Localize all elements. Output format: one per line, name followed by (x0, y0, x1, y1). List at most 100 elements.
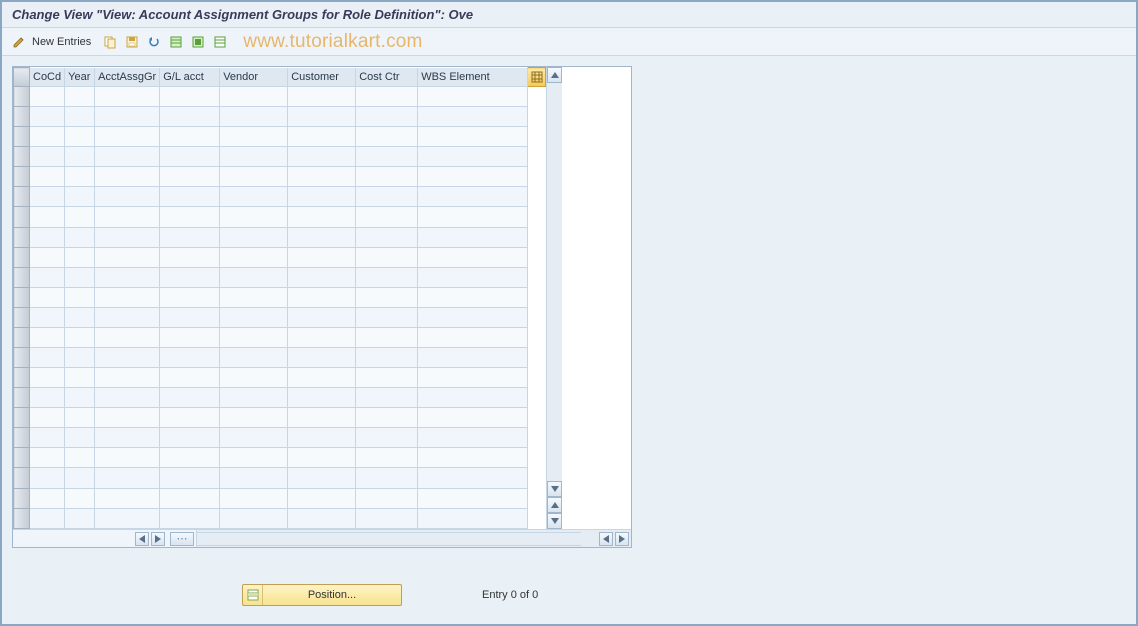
cell-customer[interactable] (288, 348, 356, 368)
cell-glacct[interactable] (160, 448, 220, 468)
cell-year[interactable] (65, 127, 95, 147)
row-selector[interactable] (14, 287, 30, 307)
cell-glacct[interactable] (160, 187, 220, 207)
col-header-vendor[interactable]: Vendor (220, 68, 288, 87)
cell-year[interactable] (65, 468, 95, 488)
cell-year[interactable] (65, 428, 95, 448)
cell-vendor[interactable] (220, 388, 288, 408)
cell-vendor[interactable] (220, 348, 288, 368)
cell-acctassggr[interactable] (95, 127, 160, 147)
cell-customer[interactable] (288, 127, 356, 147)
col-header-glacct[interactable]: G/L acct (160, 68, 220, 87)
cell-customer[interactable] (288, 408, 356, 428)
cell-vendor[interactable] (220, 488, 288, 508)
cell-cocd[interactable] (30, 388, 65, 408)
cell-wbs[interactable] (418, 468, 528, 488)
table-config-button[interactable] (528, 68, 546, 87)
cell-customer[interactable] (288, 448, 356, 468)
hscroll-right2-button[interactable] (615, 532, 629, 546)
cell-glacct[interactable] (160, 508, 220, 528)
cell-vendor[interactable] (220, 307, 288, 327)
row-selector[interactable] (14, 488, 30, 508)
cell-vendor[interactable] (220, 207, 288, 227)
undo-icon[interactable] (145, 33, 163, 51)
cell-acctassggr[interactable] (95, 488, 160, 508)
cell-vendor[interactable] (220, 247, 288, 267)
cell-wbs[interactable] (418, 107, 528, 127)
cell-costctr[interactable] (356, 488, 418, 508)
copy-icon[interactable] (101, 33, 119, 51)
cell-cocd[interactable] (30, 267, 65, 287)
cell-cocd[interactable] (30, 307, 65, 327)
cell-wbs[interactable] (418, 287, 528, 307)
cell-acctassggr[interactable] (95, 408, 160, 428)
cell-customer[interactable] (288, 287, 356, 307)
cell-glacct[interactable] (160, 127, 220, 147)
row-selector[interactable] (14, 247, 30, 267)
col-header-acctassggr[interactable]: AcctAssgGr (95, 68, 160, 87)
cell-cocd[interactable] (30, 87, 65, 107)
cell-wbs[interactable] (418, 247, 528, 267)
cell-cocd[interactable] (30, 127, 65, 147)
cell-costctr[interactable] (356, 247, 418, 267)
cell-glacct[interactable] (160, 107, 220, 127)
scroll-down-button[interactable] (547, 481, 562, 497)
cell-acctassggr[interactable] (95, 307, 160, 327)
cell-cocd[interactable] (30, 368, 65, 388)
cell-glacct[interactable] (160, 267, 220, 287)
col-header-wbs[interactable]: WBS Element (418, 68, 528, 87)
cell-costctr[interactable] (356, 348, 418, 368)
cell-customer[interactable] (288, 327, 356, 347)
cell-customer[interactable] (288, 508, 356, 528)
row-selector[interactable] (14, 307, 30, 327)
cell-vendor[interactable] (220, 327, 288, 347)
cell-acctassggr[interactable] (95, 428, 160, 448)
cell-costctr[interactable] (356, 508, 418, 528)
new-entries-button[interactable]: New Entries (32, 36, 91, 48)
cell-customer[interactable] (288, 147, 356, 167)
cell-wbs[interactable] (418, 187, 528, 207)
cell-cocd[interactable] (30, 207, 65, 227)
cell-acctassggr[interactable] (95, 187, 160, 207)
cell-wbs[interactable] (418, 368, 528, 388)
cell-vendor[interactable] (220, 468, 288, 488)
cell-year[interactable] (65, 187, 95, 207)
cell-cocd[interactable] (30, 428, 65, 448)
cell-year[interactable] (65, 267, 95, 287)
cell-acctassggr[interactable] (95, 107, 160, 127)
cell-cocd[interactable] (30, 468, 65, 488)
cell-wbs[interactable] (418, 167, 528, 187)
hscroll-track[interactable] (197, 532, 581, 546)
cell-glacct[interactable] (160, 287, 220, 307)
cell-vendor[interactable] (220, 408, 288, 428)
cell-customer[interactable] (288, 107, 356, 127)
cell-glacct[interactable] (160, 307, 220, 327)
cell-year[interactable] (65, 368, 95, 388)
cell-acctassggr[interactable] (95, 167, 160, 187)
col-header-customer[interactable]: Customer (288, 68, 356, 87)
cell-wbs[interactable] (418, 307, 528, 327)
cell-customer[interactable] (288, 187, 356, 207)
edit-icon[interactable] (10, 33, 28, 51)
cell-vendor[interactable] (220, 508, 288, 528)
cell-costctr[interactable] (356, 87, 418, 107)
cell-glacct[interactable] (160, 388, 220, 408)
cell-year[interactable] (65, 107, 95, 127)
cell-customer[interactable] (288, 388, 356, 408)
cell-vendor[interactable] (220, 368, 288, 388)
cell-cocd[interactable] (30, 187, 65, 207)
cell-costctr[interactable] (356, 207, 418, 227)
cell-year[interactable] (65, 227, 95, 247)
cell-wbs[interactable] (418, 388, 528, 408)
cell-costctr[interactable] (356, 147, 418, 167)
cell-acctassggr[interactable] (95, 87, 160, 107)
cell-cocd[interactable] (30, 348, 65, 368)
cell-costctr[interactable] (356, 448, 418, 468)
cell-glacct[interactable] (160, 327, 220, 347)
cell-vendor[interactable] (220, 187, 288, 207)
cell-year[interactable] (65, 87, 95, 107)
cell-glacct[interactable] (160, 87, 220, 107)
cell-cocd[interactable] (30, 287, 65, 307)
col-header-costctr[interactable]: Cost Ctr (356, 68, 418, 87)
cell-vendor[interactable] (220, 127, 288, 147)
